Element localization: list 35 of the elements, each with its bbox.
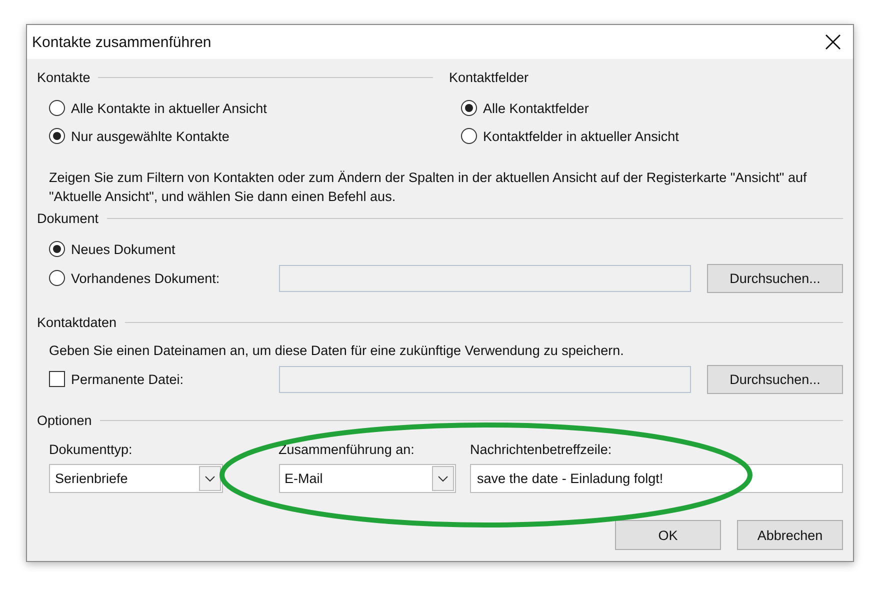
group-label: Kontaktdaten: [37, 314, 117, 330]
cancel-button[interactable]: Abbrechen: [737, 520, 843, 550]
radio-label: Vorhandenes Dokument:: [71, 270, 221, 286]
group-label: Kontaktfelder: [449, 70, 529, 84]
browse-button[interactable]: Durchsuchen...: [707, 264, 843, 292]
radio-label: Neues Dokument: [71, 242, 176, 256]
chevron-down-icon: [204, 476, 215, 482]
radio-button[interactable]: [49, 241, 65, 257]
radio-button[interactable]: [461, 128, 477, 144]
checkbox[interactable]: [49, 371, 65, 387]
field-label: Nachrichtenbetreffzeile:: [470, 441, 613, 458]
subject-field[interactable]: save the date - Einladung folgt!: [470, 464, 843, 493]
radio-button[interactable]: [49, 100, 65, 116]
ok-button[interactable]: OK: [615, 520, 721, 550]
radio-label: Alle Kontaktfelder: [483, 100, 589, 116]
document-type-dropdown[interactable]: Serienbriefe: [49, 464, 223, 493]
group-label: Kontakte: [37, 70, 90, 84]
close-icon[interactable]: [825, 34, 841, 50]
chevron-down-icon: [438, 476, 448, 482]
radio-label: Alle Kontakte in aktueller Ansicht: [71, 100, 267, 116]
radio-button[interactable]: [49, 128, 65, 144]
field-label: Dokumenttyp:: [49, 441, 134, 458]
browse-button[interactable]: Durchsuchen...: [707, 364, 843, 394]
instruction-text: Geben Sie einen Dateinamen an, um diese Daten für eine zukünftige Verwendung zu speichern.: [49, 342, 625, 360]
field-label: Zusammenführung an:: [278, 441, 416, 458]
group-label: Dokument: [37, 210, 99, 226]
radio-label: Kontaktfelder in aktueller Ansicht: [483, 128, 679, 144]
hint-text: Zeigen Sie zum Filtern von Kontakten oder zum Ändern der Spalten in der aktuellen Ansicht auf der Registerkarte "Ansicht" auf "Aktuelle Ansicht", und wählen Sie dann einen Befehl aus.: [49, 169, 808, 206]
radio-label: Nur ausgewählte Kontakte: [71, 128, 230, 144]
window-title: Kontakte zusammenführen: [32, 34, 212, 50]
checkbox-label: Permanente Datei:: [71, 372, 185, 386]
group-label: Optionen: [37, 412, 92, 428]
radio-button[interactable]: [49, 270, 65, 286]
merge-to-dropdown[interactable]: E-Mail: [278, 464, 456, 493]
radio-button[interactable]: [461, 100, 477, 116]
